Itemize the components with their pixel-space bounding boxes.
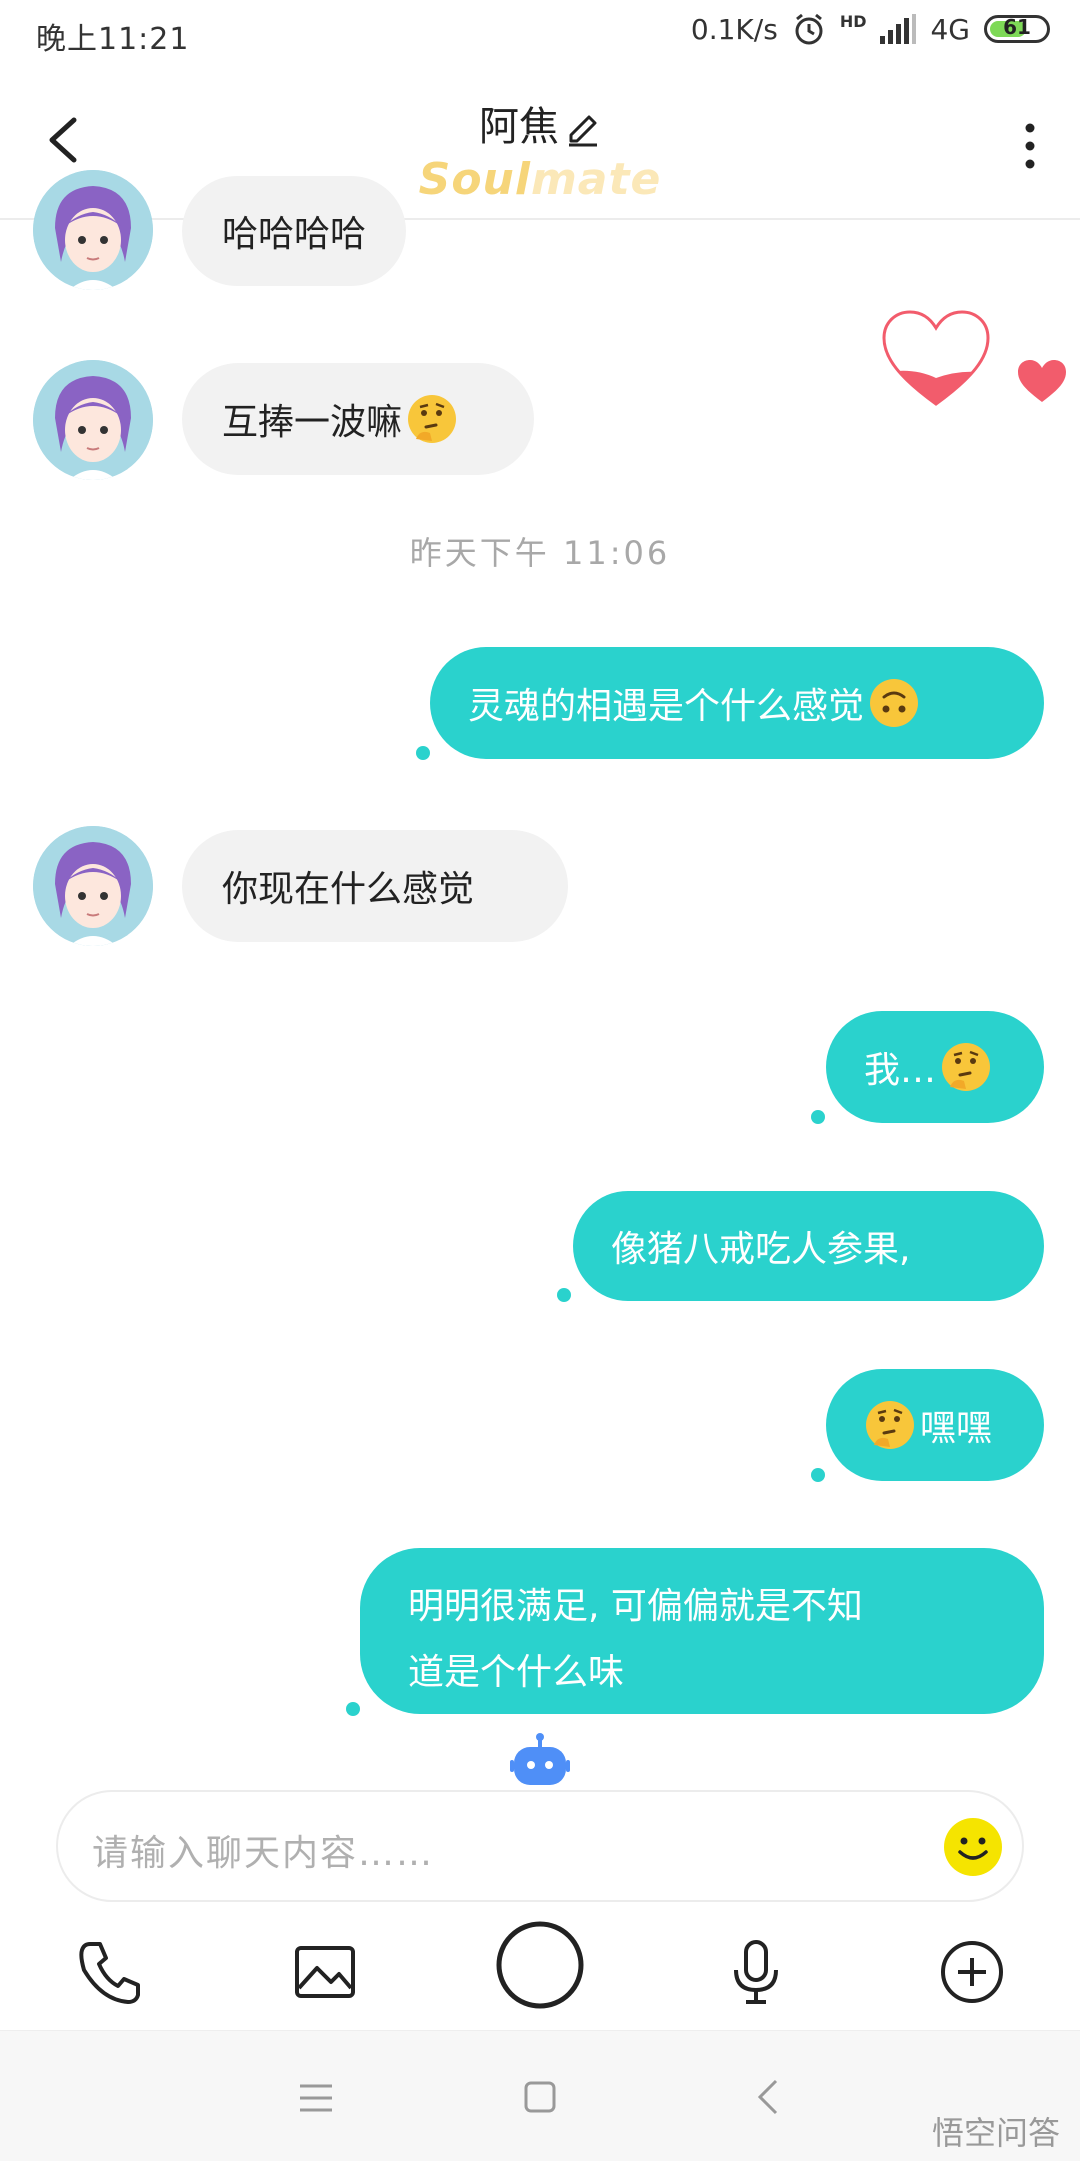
heart-icon[interactable] — [1016, 358, 1068, 404]
microphone-icon[interactable] — [714, 1930, 798, 2014]
signal-strength-icon — [880, 14, 917, 44]
chat-toolbar — [0, 1920, 1080, 2030]
message-tail-dot — [557, 1288, 571, 1302]
status-bar: 晚上11:21 0.1K/s HD 4G 61 — [0, 0, 1080, 70]
watermark-text: 悟空问答 — [931, 2114, 1060, 2152]
message-text: 我… — [864, 1050, 937, 1091]
message-timestamp: 昨天下午 11:06 — [409, 534, 671, 572]
emoji-button-icon[interactable] — [942, 1816, 1004, 1878]
recent-apps-icon[interactable] — [298, 2083, 334, 2113]
contact-name: 阿焦 — [479, 104, 559, 150]
upside-down-face-icon — [870, 679, 919, 727]
outgoing-message-bubble[interactable]: 灵魂的相遇是个什么感觉 — [430, 647, 1044, 759]
status-indicators: 0.1K/s HD 4G 61 — [691, 12, 1050, 46]
message-text: 嘿嘿 — [920, 1408, 993, 1449]
incoming-message-bubble[interactable]: 互捧一波嘛 — [182, 363, 534, 475]
soulmate-badge-part1: Soul — [418, 154, 531, 205]
system-navigation-bar — [0, 2030, 1080, 2161]
message-tail-dot — [811, 1468, 825, 1482]
incoming-message-bubble[interactable]: 哈哈哈哈 — [182, 176, 407, 286]
outgoing-message-bubble[interactable]: 像猪八戒吃人参果, — [573, 1191, 1044, 1301]
outgoing-message-bubble[interactable]: 明明很满足, 可偏偏就是不知 道是个什么味 — [360, 1548, 1044, 1714]
message-text: 互捧一波嘛 — [222, 402, 403, 443]
message-input-field[interactable]: 请输入聊天内容…… — [56, 1790, 1024, 1902]
more-options-icon[interactable] — [1020, 116, 1040, 176]
thinking-face-icon — [866, 1401, 914, 1449]
contact-avatar[interactable] — [33, 826, 153, 946]
soulmate-badge: Soulmate — [0, 154, 1080, 205]
message-tail-dot — [416, 746, 430, 760]
robot-assistant-icon[interactable] — [510, 1732, 570, 1788]
thinking-face-icon — [408, 395, 457, 443]
message-text-line1: 明明很满足, 可偏偏就是不知 — [408, 1586, 863, 1627]
alarm-clock-icon — [795, 13, 823, 45]
message-tail-dot — [811, 1110, 825, 1124]
message-text: 像猪八戒吃人参果, — [611, 1229, 911, 1270]
phone-call-icon[interactable] — [68, 1930, 152, 2014]
network-speed: 0.1K/s — [690, 12, 778, 46]
thinking-face-icon — [942, 1043, 991, 1091]
outgoing-message-bubble[interactable]: 嘿嘿 — [826, 1369, 1044, 1481]
outgoing-message-bubble[interactable]: 我… — [826, 1011, 1044, 1123]
soulmate-badge-part2: mate — [530, 154, 662, 205]
chat-header: 阿焦 Soulmate — [0, 70, 1080, 220]
add-more-icon[interactable] — [930, 1930, 1014, 2014]
message-text: 哈哈哈哈 — [222, 214, 367, 255]
edit-pencil-icon[interactable] — [565, 111, 601, 147]
message-text: 灵魂的相遇是个什么感觉 — [468, 686, 865, 727]
input-placeholder: 请输入聊天内容…… — [92, 1833, 435, 1874]
message-tail-dot — [346, 1702, 360, 1716]
system-back-icon[interactable] — [756, 2079, 780, 2115]
incoming-message-bubble[interactable]: 你现在什么感觉 — [182, 830, 568, 942]
avatar-illustration — [33, 826, 153, 946]
contact-avatar[interactable] — [33, 360, 153, 480]
battery-icon: 61 — [984, 15, 1050, 43]
status-time: 晚上11:21 — [36, 22, 190, 57]
camera-shutter-button[interactable] — [495, 1920, 585, 2010]
image-gallery-icon[interactable] — [283, 1930, 367, 2014]
hd-badge: HD — [839, 12, 867, 31]
avatar-illustration — [33, 360, 153, 480]
contact-avatar[interactable] — [33, 170, 153, 290]
chat-title: 阿焦 — [0, 94, 1080, 152]
battery-level: 61 — [1003, 15, 1031, 39]
home-icon[interactable] — [524, 2081, 556, 2113]
avatar-illustration — [33, 170, 153, 290]
network-type: 4G — [930, 12, 970, 46]
message-text: 你现在什么感觉 — [222, 869, 475, 910]
heart-outline-icon[interactable] — [880, 308, 992, 408]
message-text-line2: 道是个什么味 — [408, 1652, 625, 1693]
